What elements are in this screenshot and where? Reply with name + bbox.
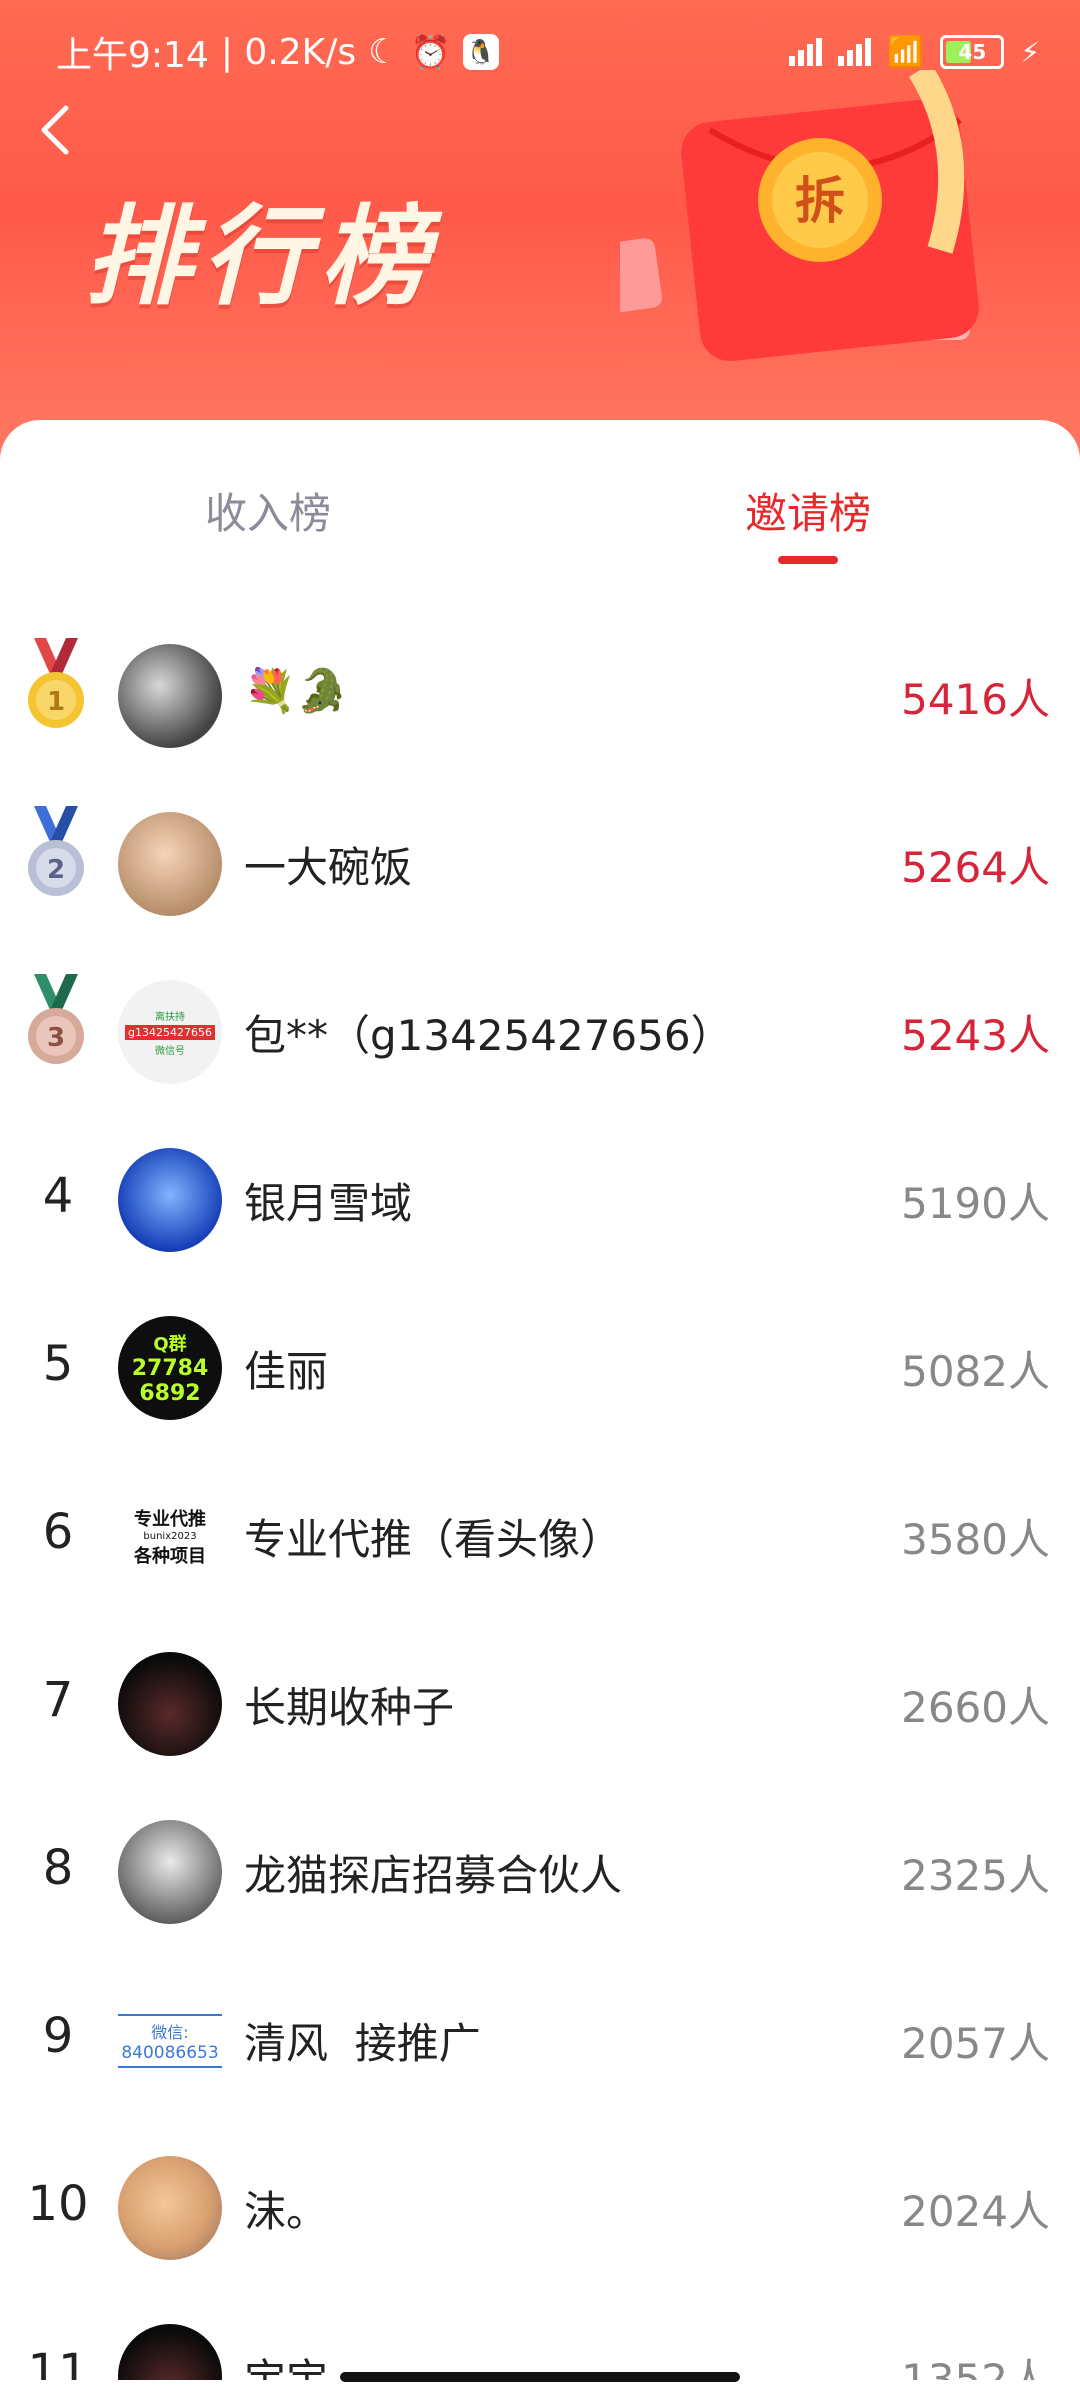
list-item[interactable]: 8 龙猫探店招募合伙人 2325人 [0, 1796, 1080, 1936]
user-name: 佳丽 [244, 1347, 329, 1396]
avatar-text: 微信号 [155, 1045, 185, 1057]
page-title: 排行榜 [84, 195, 439, 320]
battery-percent: 45 [958, 40, 987, 64]
rank-number: 9 [42, 2008, 74, 2064]
invite-count: 2325人 [901, 1851, 1050, 1900]
rank-number: 5 [42, 1336, 74, 1392]
list-item[interactable]: 9 微信: 840086653 清风 接推广 2057人 [0, 1964, 1080, 2104]
wifi-icon: 📶 [886, 34, 925, 70]
user-name: 包**（g13425427656） [244, 1011, 733, 1060]
rank-number: 10 [27, 2176, 89, 2232]
rank-number: 8 [42, 1840, 74, 1896]
avatar-text: 840086653 [121, 2043, 219, 2063]
avatar [118, 644, 222, 748]
avatar [118, 812, 222, 916]
charging-icon: ⚡ [1020, 35, 1040, 69]
invite-count: 1352人 [901, 2355, 1050, 2380]
header-banner: 上午9:14 | 0.2K/s ☾ ⏰ 🐧 📶 45 ⚡ 排行榜 拆 [0, 0, 1080, 470]
avatar: Q群 27784 6892 [118, 1316, 222, 1420]
avatar [118, 1148, 222, 1252]
invite-count: 2660人 [901, 1683, 1050, 1732]
user-name: 一大碗饭 [244, 843, 413, 892]
tab-invite[interactable]: 邀请榜 [658, 480, 958, 541]
invite-count: 2057人 [901, 2019, 1050, 2068]
avatar-text: 6892 [139, 1381, 201, 1406]
gold-medal-icon: 1 [28, 638, 84, 728]
rank-number: 11 [27, 2344, 89, 2380]
tab-income[interactable]: 收入榜 [118, 480, 418, 541]
rank-number: 6 [42, 1504, 74, 1560]
ranking-card: 收入榜 邀请榜 1 💐🐊 5416人 2 一大碗饭 5264人 3 离扶持 g1… [0, 420, 1080, 2400]
list-item[interactable]: 5 Q群 27784 6892 佳丽 5082人 [0, 1292, 1080, 1432]
list-item[interactable]: 10 沫。 2024人 [0, 2132, 1080, 2272]
list-item[interactable]: 1 💐🐊 5416人 [0, 620, 1080, 760]
tab-bar: 收入榜 邀请榜 [0, 420, 1080, 570]
status-time: 上午9:14 [56, 35, 209, 76]
list-item[interactable]: 4 银月雪域 5190人 [0, 1124, 1080, 1264]
avatar: 专业代推 bunix2023 各种项目 [118, 1484, 222, 1588]
user-name: 清风 接推广 [244, 2019, 481, 2068]
qq-icon: 🐧 [462, 34, 499, 70]
list-item[interactable]: 7 长期收种子 2660人 [0, 1628, 1080, 1768]
list-item[interactable]: 3 离扶持 g13425427656 微信号 包**（g13425427656）… [0, 956, 1080, 1096]
user-name: 沫。 [244, 2187, 329, 2236]
signal-icon [788, 38, 822, 66]
signal-icon [837, 38, 871, 66]
battery-icon: 45 [940, 35, 1005, 69]
invite-count: 5082人 [901, 1347, 1050, 1396]
svg-text:2: 2 [47, 855, 65, 885]
avatar-text: 离扶持 [155, 1011, 185, 1023]
avatar-text: bunix2023 [143, 1530, 197, 1542]
avatar-text: 各种项目 [134, 1545, 206, 1567]
avatar-text: Q群 [153, 1334, 187, 1355]
back-arrow-icon[interactable] [36, 100, 76, 160]
user-name: 宝宝 [244, 2355, 329, 2380]
silver-medal-icon: 2 [28, 806, 84, 896]
user-name: 专业代推（看头像） [244, 1515, 623, 1564]
avatar-text: g13425427656 [125, 1024, 215, 1040]
invite-count: 5264人 [901, 843, 1050, 892]
list-item[interactable]: 6 专业代推 bunix2023 各种项目 专业代推（看头像） 3580人 [0, 1460, 1080, 1600]
svg-text:1: 1 [47, 687, 65, 717]
rank-number: 7 [42, 1672, 74, 1728]
invite-count: 3580人 [901, 1515, 1050, 1564]
invite-count: 5190人 [901, 1179, 1050, 1228]
list-item[interactable]: 2 一大碗饭 5264人 [0, 788, 1080, 928]
home-indicator[interactable] [340, 2372, 740, 2382]
avatar: 微信: 840086653 [118, 2014, 222, 2068]
avatar-text: 专业代推 [134, 1508, 206, 1530]
list-item[interactable]: 11 宝宝 1352人 [0, 2300, 1080, 2380]
user-name: 龙猫探店招募合伙人 [244, 1851, 623, 1900]
status-speed: | 0.2K/s [220, 31, 357, 73]
bronze-medal-icon: 3 [28, 974, 84, 1064]
avatar: 离扶持 g13425427656 微信号 [118, 980, 222, 1084]
envelope-label: 拆 [795, 172, 845, 230]
avatar-text: 27784 [131, 1356, 209, 1381]
user-name: 长期收种子 [244, 1683, 455, 1732]
svg-text:3: 3 [47, 1023, 65, 1053]
rank-number: 4 [42, 1168, 74, 1224]
avatar [118, 2156, 222, 2260]
avatar [118, 1652, 222, 1756]
moon-icon: ☾ [368, 32, 399, 72]
red-envelope-illustration: 拆 [620, 70, 979, 362]
avatar [118, 2324, 222, 2380]
invite-count: 5243人 [901, 1011, 1050, 1060]
alarm-icon: ⏰ [410, 33, 451, 71]
user-name: 银月雪域 [244, 1179, 413, 1228]
avatar-text: 微信: [151, 2023, 189, 2042]
user-name: 💐🐊 [244, 666, 349, 715]
tab-active-indicator [778, 556, 838, 564]
invite-count: 5416人 [901, 675, 1050, 724]
avatar [118, 1820, 222, 1924]
invite-count: 2024人 [901, 2187, 1050, 2236]
